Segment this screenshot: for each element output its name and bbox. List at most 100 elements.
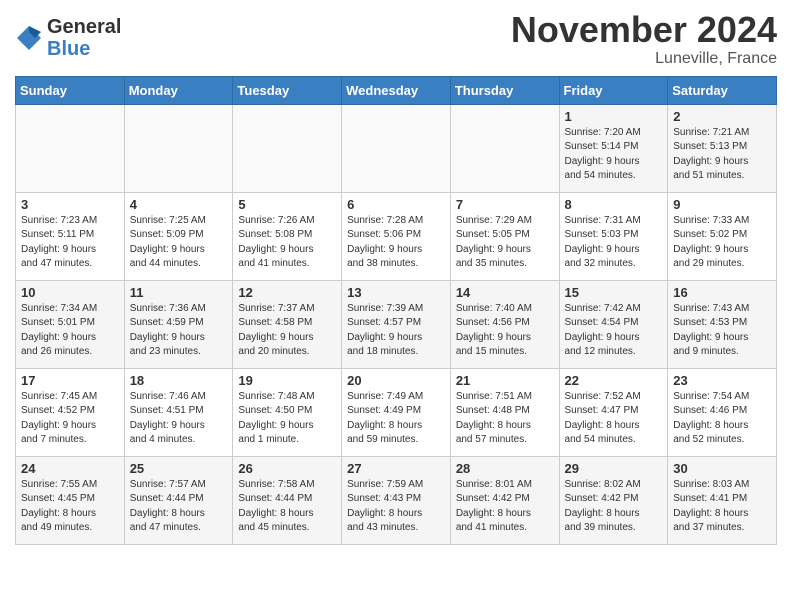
calendar-week-3: 10 Sunrise: 7:34 AM Sunset: 5:01 PM Dayli… [16, 280, 777, 368]
day-info: Sunrise: 7:39 AM Sunset: 4:57 PM Dayligh… [347, 302, 445, 360]
day-number: 10 [21, 285, 119, 300]
day-number: 23 [673, 373, 771, 388]
day-info: Sunrise: 7:49 AM Sunset: 4:49 PM Dayligh… [347, 390, 445, 448]
calendar-cell: 6 Sunrise: 7:28 AM Sunset: 5:06 PM Daylig… [342, 192, 451, 280]
calendar-cell: 29 Sunrise: 8:02 AM Sunset: 4:42 PM Dayli… [559, 456, 668, 544]
day-info: Sunrise: 7:54 AM Sunset: 4:46 PM Dayligh… [673, 390, 771, 448]
calendar-week-1: 1 Sunrise: 7:20 AM Sunset: 5:14 PM Daylig… [16, 104, 777, 192]
day-number: 20 [347, 373, 445, 388]
calendar-cell: 16 Sunrise: 7:43 AM Sunset: 4:53 PM Dayli… [668, 280, 777, 368]
day-number: 26 [238, 461, 336, 476]
calendar-cell: 27Sunrise: 7:59 AM Sunset: 4:43 PM Dayli… [342, 456, 451, 544]
day-info: Sunrise: 7:37 AM Sunset: 4:58 PM Dayligh… [238, 302, 336, 360]
day-info: Sunrise: 7:21 AM Sunset: 5:13 PM Dayligh… [673, 126, 771, 184]
calendar-cell: 3 Sunrise: 7:23 AM Sunset: 5:11 PM Daylig… [16, 192, 125, 280]
day-info: Sunrise: 7:25 AM Sunset: 5:09 PM Dayligh… [130, 214, 228, 272]
day-number: 1 [565, 109, 663, 124]
calendar-cell [233, 104, 342, 192]
logo-text: General Blue [47, 16, 121, 60]
header-row: SundayMondayTuesdayWednesdayThursdayFrid… [16, 76, 777, 104]
day-info: Sunrise: 7:28 AM Sunset: 5:06 PM Dayligh… [347, 214, 445, 272]
header-day-saturday: Saturday [668, 76, 777, 104]
day-info: Sunrise: 7:42 AM Sunset: 4:54 PM Dayligh… [565, 302, 663, 360]
day-number: 16 [673, 285, 771, 300]
calendar-cell: 18 Sunrise: 7:46 AM Sunset: 4:51 PM Dayli… [124, 368, 233, 456]
day-number: 8 [565, 197, 663, 212]
day-info: Sunrise: 7:20 AM Sunset: 5:14 PM Dayligh… [565, 126, 663, 184]
calendar-week-4: 17Sunrise: 7:45 AM Sunset: 4:52 PM Dayli… [16, 368, 777, 456]
day-number: 15 [565, 285, 663, 300]
day-info: Sunrise: 7:48 AM Sunset: 4:50 PM Dayligh… [238, 390, 336, 448]
day-info: Sunrise: 7:23 AM Sunset: 5:11 PM Dayligh… [21, 214, 119, 272]
logo-general-text: General [47, 16, 121, 38]
day-info: Sunrise: 7:43 AM Sunset: 4:53 PM Dayligh… [673, 302, 771, 360]
day-number: 9 [673, 197, 771, 212]
day-number: 24 [21, 461, 119, 476]
calendar-header: SundayMondayTuesdayWednesdayThursdayFrid… [16, 76, 777, 104]
day-info: Sunrise: 7:31 AM Sunset: 5:03 PM Dayligh… [565, 214, 663, 272]
day-number: 30 [673, 461, 771, 476]
calendar-cell: 26 Sunrise: 7:58 AM Sunset: 4:44 PM Dayli… [233, 456, 342, 544]
day-number: 18 [130, 373, 228, 388]
logo: General Blue [15, 16, 121, 60]
month-title: November 2024 [511, 10, 777, 50]
calendar-cell: 17Sunrise: 7:45 AM Sunset: 4:52 PM Dayli… [16, 368, 125, 456]
day-number: 17 [21, 373, 119, 388]
day-info: Sunrise: 7:33 AM Sunset: 5:02 PM Dayligh… [673, 214, 771, 272]
calendar-cell: 14 Sunrise: 7:40 AM Sunset: 4:56 PM Dayli… [450, 280, 559, 368]
header: General Blue November 2024 Luneville, Fr… [15, 10, 777, 68]
day-info: Sunrise: 7:34 AM Sunset: 5:01 PM Dayligh… [21, 302, 119, 360]
day-info: Sunrise: 7:26 AM Sunset: 5:08 PM Dayligh… [238, 214, 336, 272]
calendar-cell: 1 Sunrise: 7:20 AM Sunset: 5:14 PM Daylig… [559, 104, 668, 192]
header-day-wednesday: Wednesday [342, 76, 451, 104]
calendar-cell: 10 Sunrise: 7:34 AM Sunset: 5:01 PM Dayli… [16, 280, 125, 368]
day-info: Sunrise: 7:52 AM Sunset: 4:47 PM Dayligh… [565, 390, 663, 448]
header-day-friday: Friday [559, 76, 668, 104]
day-info: Sunrise: 8:02 AM Sunset: 4:42 PM Dayligh… [565, 478, 663, 536]
day-number: 21 [456, 373, 554, 388]
calendar-cell: 20 Sunrise: 7:49 AM Sunset: 4:49 PM Dayli… [342, 368, 451, 456]
day-info: Sunrise: 7:58 AM Sunset: 4:44 PM Dayligh… [238, 478, 336, 536]
day-number: 4 [130, 197, 228, 212]
calendar-cell: 24 Sunrise: 7:55 AM Sunset: 4:45 PM Dayli… [16, 456, 125, 544]
calendar-cell: 15 Sunrise: 7:42 AM Sunset: 4:54 PM Dayli… [559, 280, 668, 368]
day-number: 28 [456, 461, 554, 476]
header-day-sunday: Sunday [16, 76, 125, 104]
calendar-cell: 19 Sunrise: 7:48 AM Sunset: 4:50 PM Dayli… [233, 368, 342, 456]
logo-icon [15, 24, 43, 52]
day-info: Sunrise: 7:59 AM Sunset: 4:43 PM Dayligh… [347, 478, 445, 536]
title-block: November 2024 Luneville, France [511, 10, 777, 68]
calendar-week-2: 3 Sunrise: 7:23 AM Sunset: 5:11 PM Daylig… [16, 192, 777, 280]
calendar-body: 1 Sunrise: 7:20 AM Sunset: 5:14 PM Daylig… [16, 104, 777, 544]
day-info: Sunrise: 8:03 AM Sunset: 4:41 PM Dayligh… [673, 478, 771, 536]
day-number: 6 [347, 197, 445, 212]
calendar-cell: 30 Sunrise: 8:03 AM Sunset: 4:41 PM Dayli… [668, 456, 777, 544]
calendar-cell: 22 Sunrise: 7:52 AM Sunset: 4:47 PM Dayli… [559, 368, 668, 456]
day-number: 3 [21, 197, 119, 212]
day-number: 14 [456, 285, 554, 300]
day-number: 22 [565, 373, 663, 388]
day-number: 19 [238, 373, 336, 388]
header-day-tuesday: Tuesday [233, 76, 342, 104]
day-number: 12 [238, 285, 336, 300]
calendar-cell: 8 Sunrise: 7:31 AM Sunset: 5:03 PM Daylig… [559, 192, 668, 280]
calendar-cell: 23 Sunrise: 7:54 AM Sunset: 4:46 PM Dayli… [668, 368, 777, 456]
day-number: 29 [565, 461, 663, 476]
calendar-cell: 25Sunrise: 7:57 AM Sunset: 4:44 PM Dayli… [124, 456, 233, 544]
day-info: Sunrise: 7:46 AM Sunset: 4:51 PM Dayligh… [130, 390, 228, 448]
calendar-cell: 5Sunrise: 7:26 AM Sunset: 5:08 PM Daylig… [233, 192, 342, 280]
day-number: 2 [673, 109, 771, 124]
day-number: 25 [130, 461, 228, 476]
header-day-monday: Monday [124, 76, 233, 104]
calendar-cell: 9 Sunrise: 7:33 AM Sunset: 5:02 PM Daylig… [668, 192, 777, 280]
header-day-thursday: Thursday [450, 76, 559, 104]
calendar-cell: 12 Sunrise: 7:37 AM Sunset: 4:58 PM Dayli… [233, 280, 342, 368]
calendar-cell: 28 Sunrise: 8:01 AM Sunset: 4:42 PM Dayli… [450, 456, 559, 544]
calendar-cell: 21 Sunrise: 7:51 AM Sunset: 4:48 PM Dayli… [450, 368, 559, 456]
calendar-cell [124, 104, 233, 192]
day-info: Sunrise: 7:51 AM Sunset: 4:48 PM Dayligh… [456, 390, 554, 448]
day-info: Sunrise: 8:01 AM Sunset: 4:42 PM Dayligh… [456, 478, 554, 536]
calendar-cell [16, 104, 125, 192]
day-info: Sunrise: 7:55 AM Sunset: 4:45 PM Dayligh… [21, 478, 119, 536]
day-info: Sunrise: 7:40 AM Sunset: 4:56 PM Dayligh… [456, 302, 554, 360]
